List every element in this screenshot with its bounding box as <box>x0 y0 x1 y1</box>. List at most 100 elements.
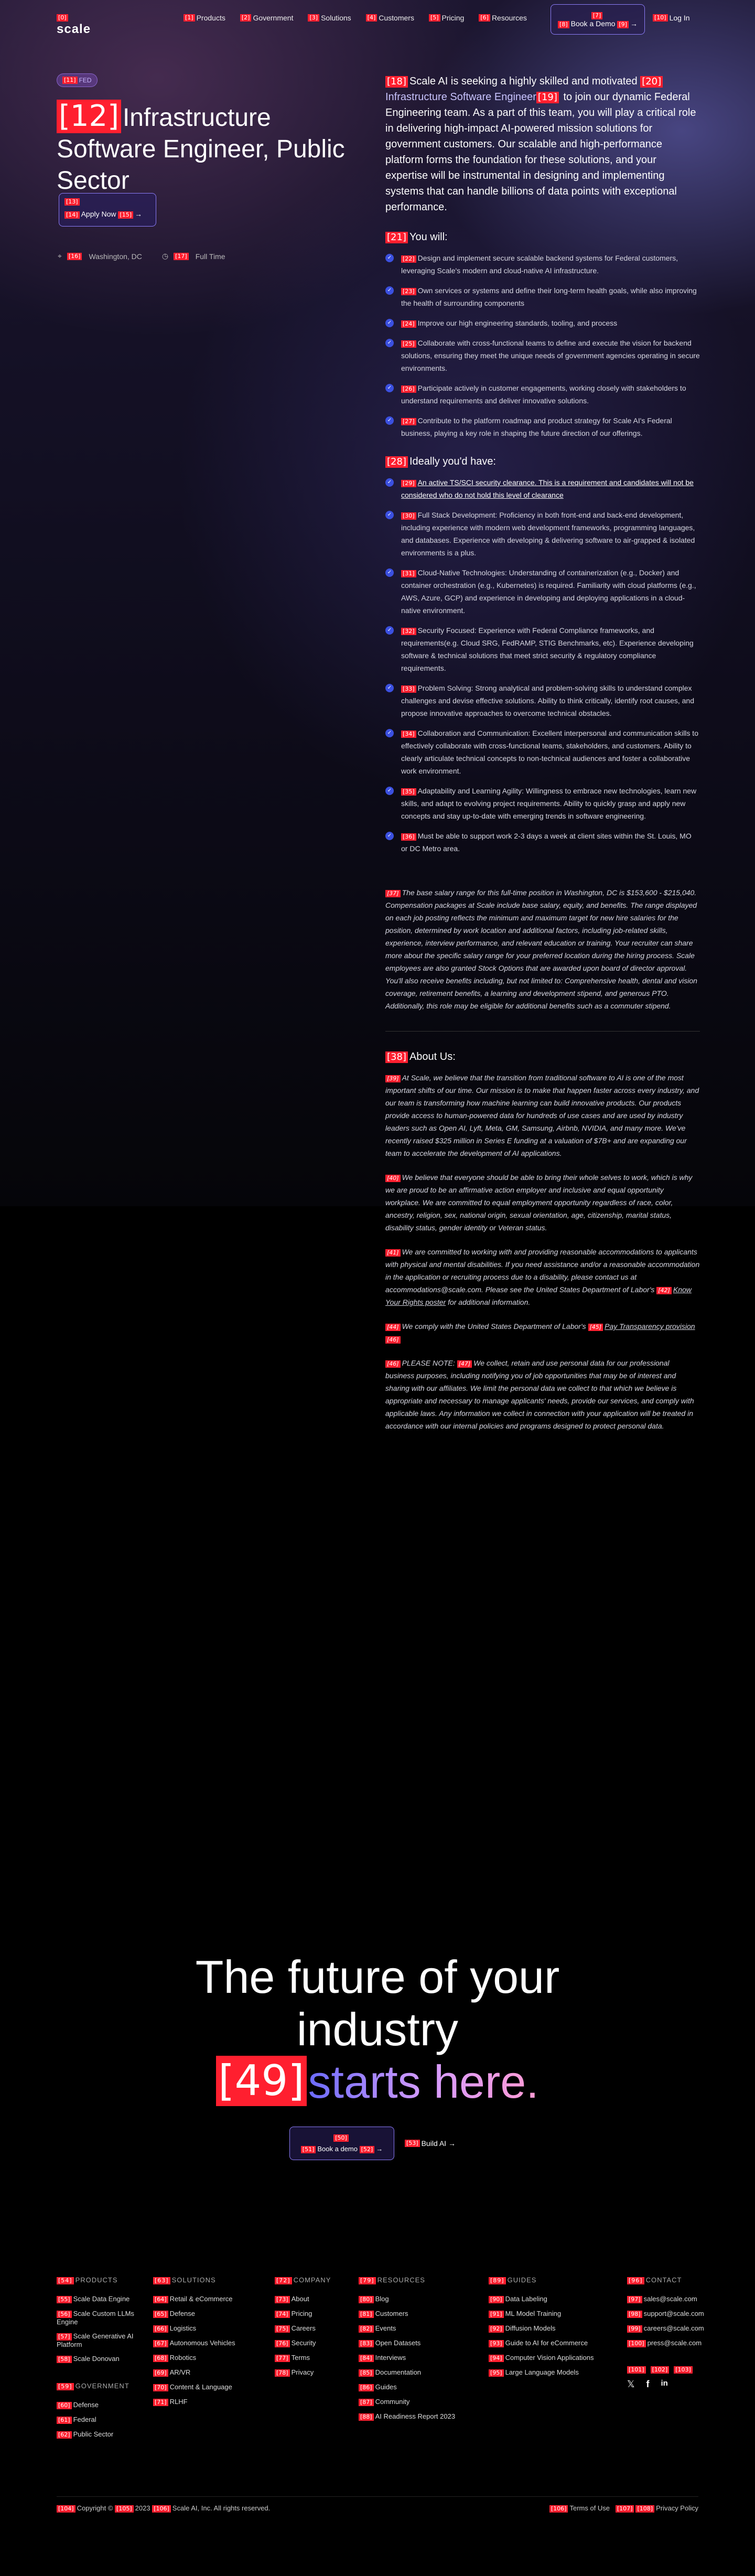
footer-link-text: sales@scale.com <box>643 2295 697 2303</box>
logo[interactable]: [0] scale <box>57 13 91 37</box>
check-icon: ✓ <box>385 339 394 347</box>
tag: [49] <box>216 2056 307 2106</box>
footer-link[interactable]: [83] Open Datasets <box>359 2339 476 2347</box>
footer-link[interactable]: [99] careers@scale.com <box>627 2324 732 2333</box>
about-paragraph: [40] We believe that everyone should be a… <box>385 1171 700 1234</box>
copyright-text: Copyright © <box>77 2504 113 2512</box>
footer-link[interactable]: [93] Guide to AI for eCommerce <box>489 2339 614 2347</box>
footer-heading: [59] GOVERNMENT <box>57 2382 141 2390</box>
footer-link[interactable]: [56] Scale Custom LLMs Engine <box>57 2310 141 2326</box>
footer-link[interactable]: [64] Retail & eCommerce <box>153 2295 262 2303</box>
footer-link-text: Autonomous Vehicles <box>169 2339 235 2347</box>
nav-resources[interactable]: [6] Resources <box>479 14 527 22</box>
footer-link-text: Pricing <box>291 2310 312 2317</box>
footer-link[interactable]: [58] Scale Donovan <box>57 2355 141 2363</box>
footer-link[interactable]: [68] Robotics <box>153 2354 262 2362</box>
footer-col-solutions: [63] SOLUTIONS [64] Retail & eCommerce [65… <box>153 2276 262 2445</box>
footer-link[interactable]: [94] Computer Vision Applications <box>489 2354 614 2362</box>
footer-heading: [79] RESOURCES <box>359 2276 476 2284</box>
footer-link[interactable]: [82] Events <box>359 2324 476 2333</box>
nav-pricing[interactable]: [5] Pricing <box>428 14 464 22</box>
footer-link[interactable]: [71] RLHF <box>153 2398 262 2406</box>
footer-link[interactable]: [73] About <box>275 2295 346 2303</box>
footer-link[interactable]: [84] Interviews <box>359 2354 476 2362</box>
footer-link[interactable]: [97] sales@scale.com <box>627 2295 732 2303</box>
linkedin-icon[interactable]: in <box>661 2379 668 2390</box>
terms-link[interactable]: [106] Terms of Use <box>549 2504 610 2513</box>
nav-government[interactable]: [2] Government <box>240 14 293 22</box>
tag: [50] <box>333 2134 349 2142</box>
footer-link[interactable]: [67] Autonomous Vehicles <box>153 2339 262 2347</box>
footer-link[interactable]: [76] Security <box>275 2339 346 2347</box>
footer-link[interactable]: [69] AR/VR <box>153 2368 262 2377</box>
footer-link[interactable]: [70] Content & Language <box>153 2383 262 2391</box>
footer-link[interactable]: [66] Logistics <box>153 2324 262 2333</box>
tag: [76] <box>275 2340 290 2347</box>
login-link[interactable]: [10] Log In <box>653 14 690 22</box>
copyright: [104] Copyright © [105] 2023 [106] Scale AI… <box>57 2504 270 2513</box>
footer-heading-text: RESOURCES <box>377 2276 425 2284</box>
tag: [26] <box>401 385 416 393</box>
nav-label: Solutions <box>321 14 351 22</box>
footer-link[interactable]: [87] Community <box>359 2398 476 2406</box>
tag: [104] <box>57 2505 76 2513</box>
footer-heading-text: GOVERNMENT <box>75 2382 130 2390</box>
tag: [53] <box>405 2140 420 2147</box>
apply-now-button[interactable]: [13] [14] Apply Now [15] → <box>59 193 156 227</box>
footer-link[interactable]: [62] Public Sector <box>57 2430 141 2439</box>
tag: [17] <box>174 252 189 260</box>
footer-link[interactable]: [92] Diffusion Models <box>489 2324 614 2333</box>
footer-link[interactable]: [98] support@scale.com <box>627 2310 732 2318</box>
tag: [18] <box>385 76 408 88</box>
tag: [46] <box>385 1336 401 1344</box>
footer-link[interactable]: [86] Guides <box>359 2383 476 2391</box>
footer-link[interactable]: [60] Defense <box>57 2401 141 2409</box>
check-icon: ✓ <box>385 286 394 295</box>
nav-solutions[interactable]: [3] Solutions <box>308 14 351 22</box>
footer-link[interactable]: [81] Customers <box>359 2310 476 2318</box>
footer-link[interactable]: [78] Privacy <box>275 2368 346 2377</box>
facebook-icon[interactable]: f <box>646 2379 650 2390</box>
tag: [108] <box>635 2505 655 2513</box>
footer-heading-text: GUIDES <box>507 2276 537 2284</box>
list-item: ✓ [22] Design and implement secure scalabl… <box>385 252 700 277</box>
about-text: for additional information. <box>448 1298 531 1306</box>
tag: [61] <box>57 2417 72 2424</box>
footer-link-text: Data Labeling <box>505 2295 547 2303</box>
footer-link[interactable]: [88] AI Readiness Report 2023 <box>359 2412 476 2421</box>
list-item-text: Security Focused: Experience with Federa… <box>401 626 694 672</box>
footer-link[interactable]: [65] Defense <box>153 2310 262 2318</box>
tag: [59] <box>57 2383 74 2390</box>
nav-customers[interactable]: [4] Customers <box>365 14 414 22</box>
footer-col-contact: [96] CONTACT [97] sales@scale.com [98] supp… <box>627 2276 732 2445</box>
footer-link[interactable]: [85] Documentation <box>359 2368 476 2377</box>
list-item: ✓ [32] Security Focused: Experience with F… <box>385 624 700 674</box>
footer-link[interactable]: [91] ML Model Training <box>489 2310 614 2318</box>
footer-link[interactable]: [80] Blog <box>359 2295 476 2303</box>
tag: [52] <box>359 2146 375 2153</box>
footer-link[interactable]: [77] Terms <box>275 2354 346 2362</box>
footer-link-text: Public Sector <box>73 2430 114 2438</box>
list-item-text: An active TS/SCI security clearance. Thi… <box>401 478 694 499</box>
x-icon[interactable]: 𝕏 <box>627 2379 635 2390</box>
tag: [16] <box>67 252 82 260</box>
list-item: ✓ [29] An active TS/SCI security clearance… <box>385 476 700 501</box>
footer-link[interactable]: [74] Pricing <box>275 2310 346 2318</box>
footer-link[interactable]: [61] Federal <box>57 2416 141 2424</box>
footer-link[interactable]: [100] press@scale.com <box>627 2339 732 2347</box>
nav-products[interactable]: [1] Products <box>184 14 225 22</box>
book-demo-button[interactable]: [7] [8] Book a Demo [9] → <box>551 4 645 35</box>
footer-link[interactable]: [90] Data Labeling <box>489 2295 614 2303</box>
job-location: Washington, DC <box>89 252 142 261</box>
footer-link[interactable]: [55] Scale Data Engine <box>57 2295 141 2303</box>
legal-links: [106] Terms of Use [107] [108] Privacy Poli… <box>549 2504 698 2513</box>
about-paragraph: [41] We are committed to working with and… <box>385 1246 700 1308</box>
footer-link[interactable]: [75] Careers <box>275 2324 346 2333</box>
footer-link[interactable]: [95] Large Language Models <box>489 2368 614 2377</box>
book-demo-cta-button[interactable]: [50] [51] Book a demo [52] → <box>289 2127 394 2160</box>
build-ai-link[interactable]: [53] Build AI → <box>405 2139 456 2148</box>
privacy-link[interactable]: [107] [108] Privacy Policy <box>615 2504 698 2513</box>
check-icon: ✓ <box>385 478 394 487</box>
pay-transparency-link[interactable]: Pay Transparency provision <box>605 1322 695 1330</box>
footer-link[interactable]: [57] Scale Generative AI Platform <box>57 2332 141 2348</box>
